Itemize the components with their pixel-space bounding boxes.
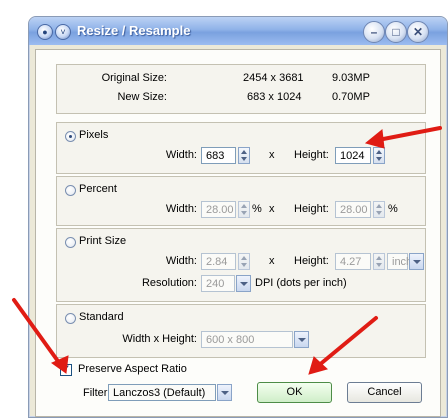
original-size-label: Original Size: [101,72,167,84]
width-height-label: Width x Height: [122,333,197,345]
size-info-panel: Original Size: 2454 x 3681 9.03MP New Si… [56,64,426,114]
pixels-height-input[interactable]: 1024 [335,147,371,164]
pixels-height-spinner[interactable] [373,147,385,164]
standard-group: Standard Width x Height: 600 x 800 [56,304,426,358]
pixels-height-label: Height: [294,149,329,161]
preserve-aspect-checkbox[interactable]: ✓ [60,364,72,376]
standard-size-dropdown-arrow[interactable] [294,331,309,348]
new-size-value: 683 x 1024 [247,91,302,103]
percent-height-input[interactable]: 28.00 [335,201,371,218]
print-unit-select[interactable]: inch [387,253,412,270]
percent-width-unit: % [252,203,262,215]
filter-dropdown-arrow[interactable] [217,384,232,401]
pixels-label: Pixels [79,129,109,141]
minimize-button[interactable]: – [363,21,385,43]
print-height-label: Height: [294,255,329,267]
standard-size-select[interactable]: 600 x 800 [201,331,293,348]
pixels-width-input[interactable]: 683 [201,147,236,164]
resize-dialog: ● ˅ Resize / Resample – □ ✕ Original Siz… [28,16,448,418]
percent-width-spinner[interactable] [238,201,250,218]
resolution-dropdown-arrow[interactable] [236,275,251,292]
print-width-input[interactable]: 2.84 [201,253,236,270]
title-bar[interactable]: ● ˅ Resize / Resample – □ ✕ [29,17,447,45]
new-megapixels: 0.70MP [332,91,370,103]
percent-label: Percent [79,183,117,195]
original-size-value: 2454 x 3681 [243,72,304,84]
print-height-spinner[interactable] [373,253,385,270]
preserve-aspect-label: Preserve Aspect Ratio [78,363,187,375]
pixels-width-spinner[interactable] [238,147,250,164]
percent-height-spinner[interactable] [373,201,385,218]
percent-radio[interactable] [65,185,76,196]
print-unit-dropdown-arrow[interactable] [409,253,424,270]
cancel-button[interactable]: Cancel [347,382,422,403]
standard-label: Standard [79,311,124,323]
percent-height-label: Height: [294,203,329,215]
resolution-select[interactable]: 240 [201,275,235,292]
print-height-input[interactable]: 4.27 [335,253,371,270]
standard-radio[interactable] [65,313,76,324]
percent-x-label: x [269,203,275,215]
pixels-x-label: x [269,149,275,161]
print-size-label: Print Size [79,235,127,247]
ok-button[interactable]: OK [257,382,332,403]
dialog-body: Original Size: 2454 x 3681 9.03MP New Si… [35,49,441,417]
pixels-radio[interactable] [65,131,76,142]
dpi-label: DPI (dots per inch) [255,277,347,289]
window-title: Resize / Resample [77,23,191,38]
percent-group: Percent Width: 28.00 % x Height: 28.00 % [56,176,426,226]
percent-width-label: Width: [165,203,197,215]
new-size-label: New Size: [117,91,167,103]
filter-label: Filter: [83,387,111,399]
print-x-label: x [269,255,275,267]
window-menu-icon[interactable]: ● [37,24,53,40]
close-button[interactable]: ✕ [407,21,429,43]
collapse-chevron-icon[interactable]: ˅ [55,24,71,40]
print-width-label: Width: [165,255,197,267]
percent-width-input[interactable]: 28.00 [201,201,236,218]
print-width-spinner[interactable] [238,253,250,270]
resolution-label: Resolution: [141,277,197,289]
pixels-group: Pixels Width: 683 x Height: 1024 [56,122,426,174]
print-size-radio[interactable] [65,237,76,248]
percent-height-unit: % [388,203,398,215]
maximize-button[interactable]: □ [385,21,407,43]
filter-select[interactable]: Lanczos3 (Default) [108,384,216,401]
pixels-width-label: Width: [165,149,197,161]
print-size-group: Print Size Width: 2.84 x Height: 4.27 in… [56,228,426,302]
original-megapixels: 9.03MP [332,72,370,84]
